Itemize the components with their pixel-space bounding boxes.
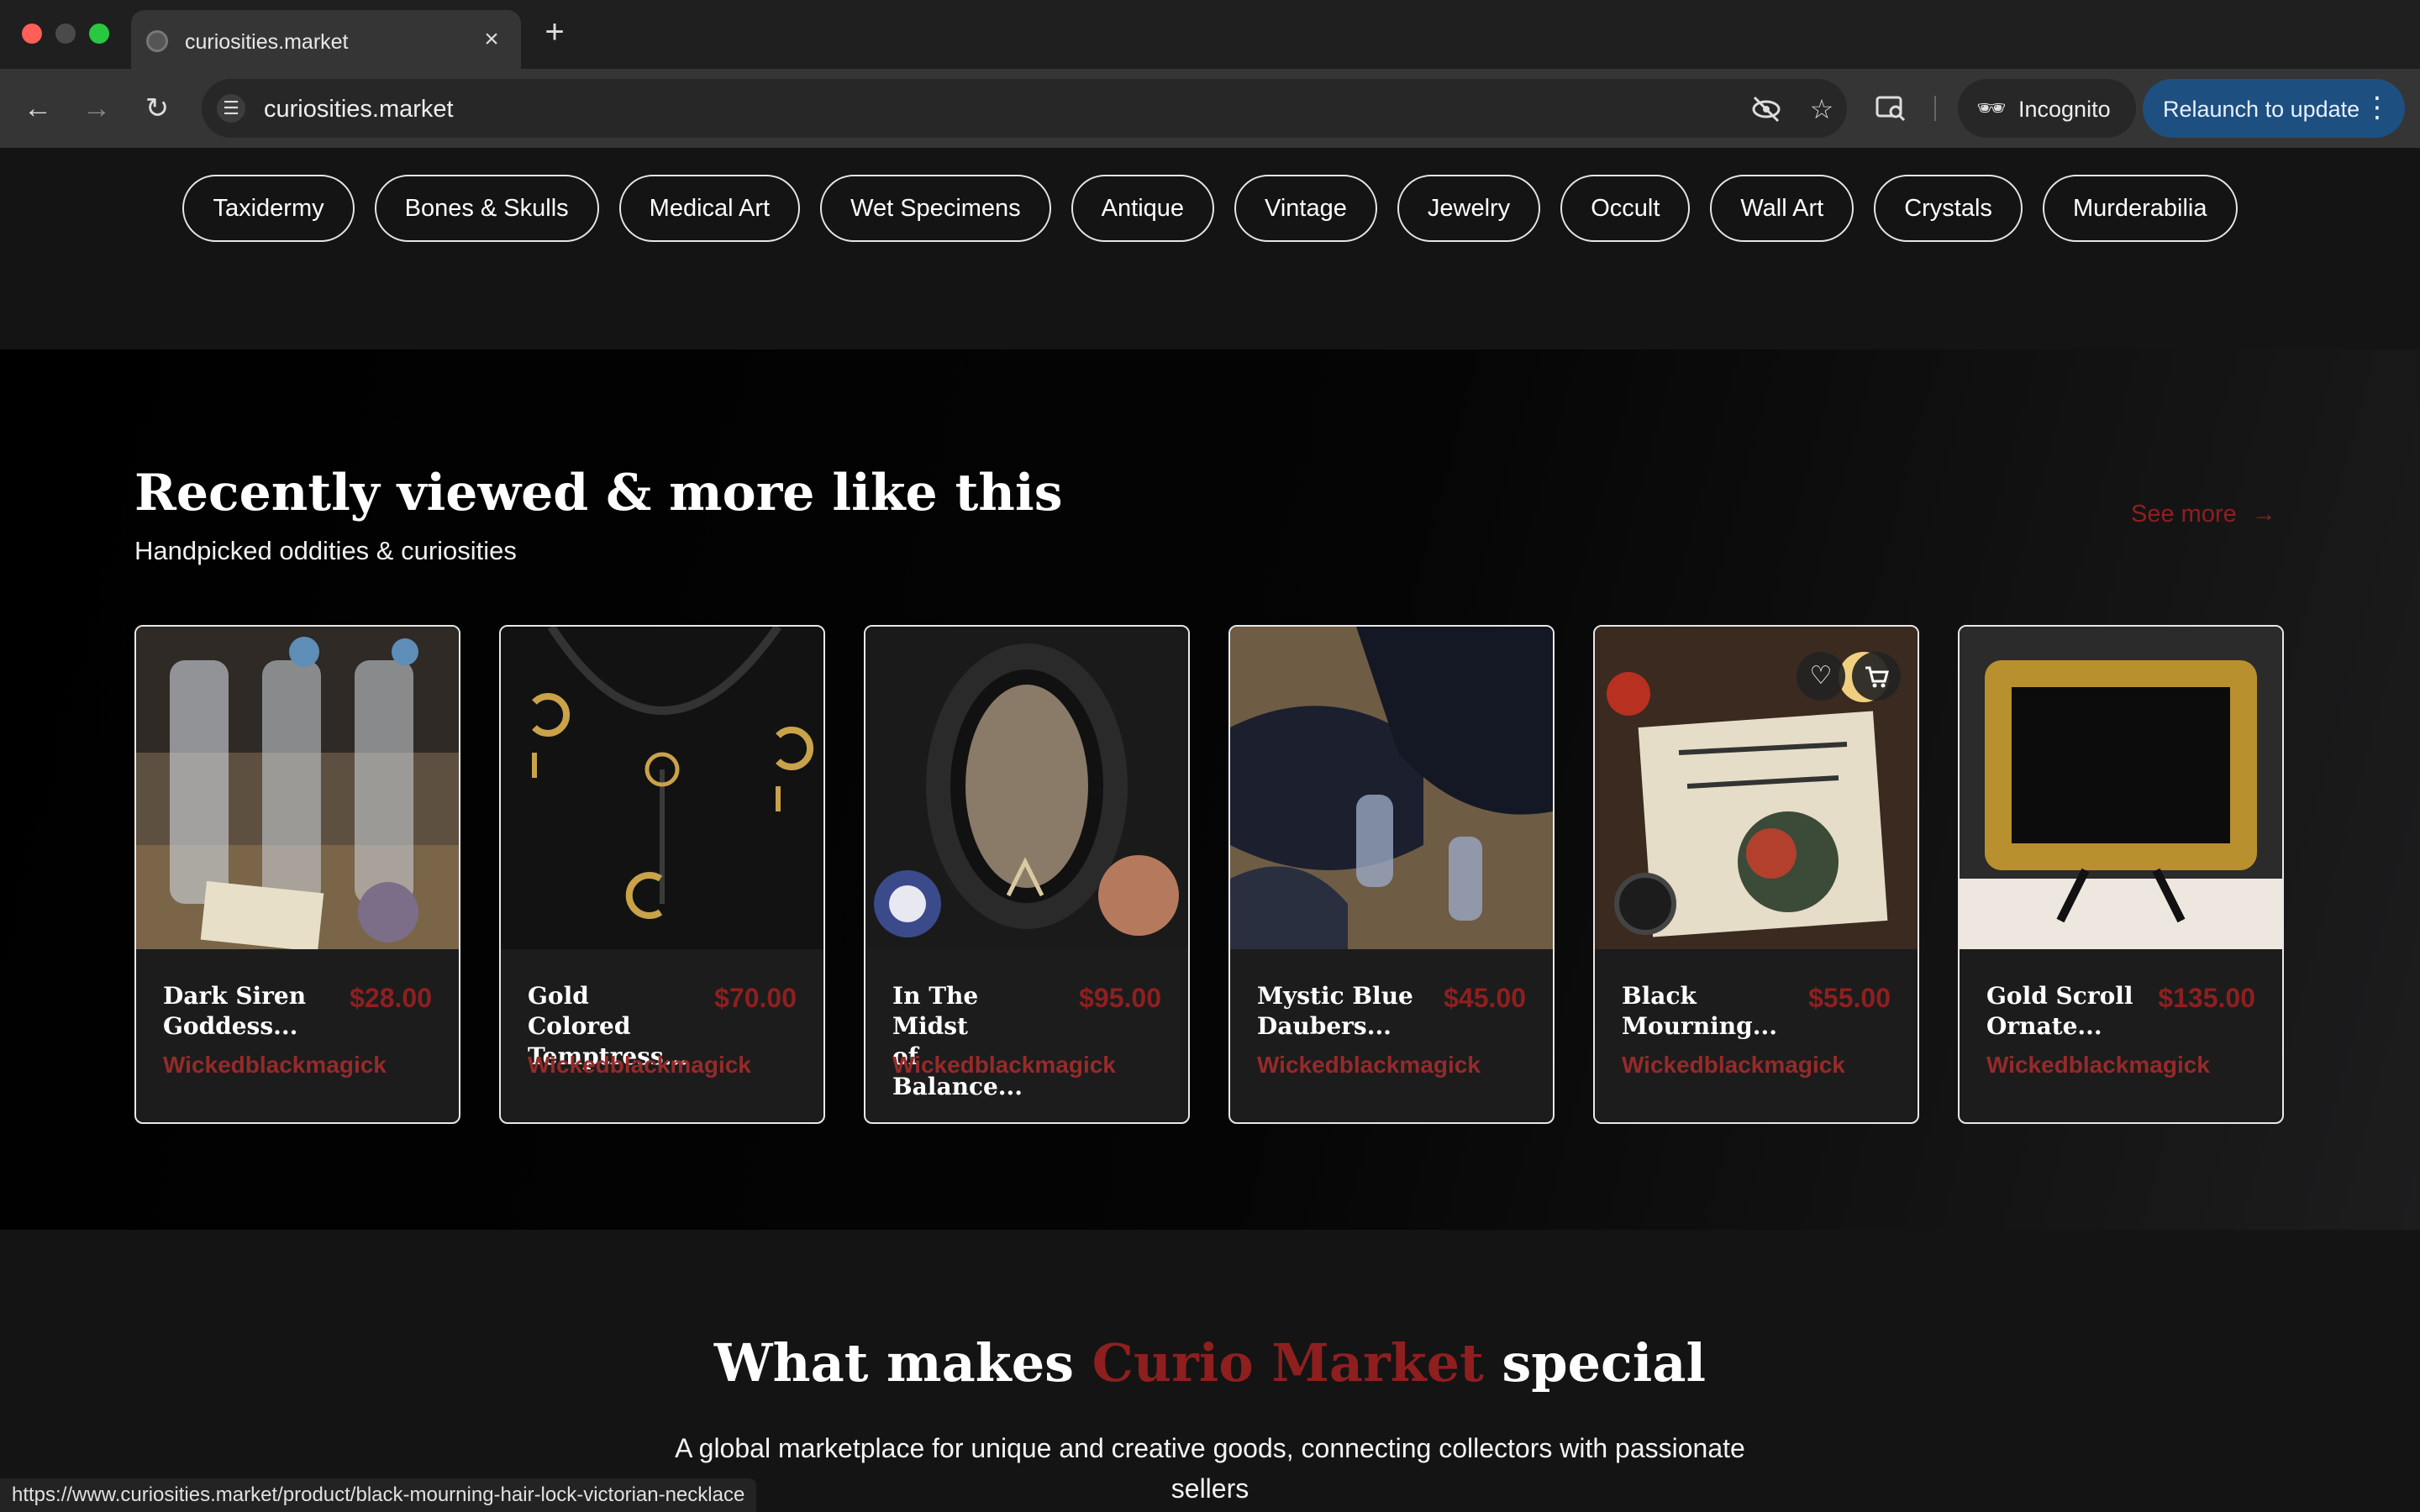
product-card[interactable]: ♡ Black Mourning... $55.00 Wickedblackmag…: [1593, 625, 1919, 1124]
new-tab-icon[interactable]: +: [538, 15, 571, 49]
more-options-icon[interactable]: ⋮: [2363, 91, 2391, 124]
product-price: $70.00: [714, 983, 797, 1013]
incognito-indicator[interactable]: 🕶 Incognito: [1958, 79, 2136, 138]
category-pill-occult[interactable]: Occult: [1560, 175, 1691, 242]
product-card[interactable]: Gold Scroll Ornate... $135.00 Wickedblack…: [1958, 625, 2284, 1124]
category-pill-crystals[interactable]: Crystals: [1874, 175, 2023, 242]
forward-arrow-icon[interactable]: →: [77, 89, 116, 128]
category-pill-wet-specimens[interactable]: Wet Specimens: [820, 175, 1051, 242]
browser-tab[interactable]: curiosities.market ×: [131, 10, 521, 69]
minimize-window-button[interactable]: [55, 24, 76, 44]
special-section-subtitle: A global marketplace for unique and crea…: [675, 1433, 1745, 1504]
browser-toolbar: ← → ↻ ☰ curiosities.market ☆ 🕶 Incognito…: [0, 69, 2420, 148]
product-image[interactable]: [136, 627, 459, 949]
heart-icon[interactable]: ♡: [1797, 652, 1845, 701]
lens-search-icon[interactable]: [1872, 91, 1909, 128]
maximize-window-button[interactable]: [89, 24, 109, 44]
page-content: Taxidermy Bones & Skulls Medical Art Wet…: [0, 148, 2420, 1512]
incognito-icon: 🕶: [1976, 95, 2007, 121]
category-pill-murderabilia[interactable]: Murderabilia: [2042, 175, 2238, 242]
cart-icon[interactable]: [1852, 652, 1901, 701]
special-section-title: What makes Curio Market special: [713, 1332, 1707, 1394]
recently-viewed-section: Recently viewed & more like this Handpic…: [0, 349, 2420, 1230]
site-info-icon[interactable]: ☰: [217, 94, 245, 123]
product-price: $45.00: [1444, 983, 1526, 1013]
relaunch-label: Relaunch to update: [2163, 97, 2360, 122]
product-name[interactable]: In The Midst of Balance...: [892, 981, 1052, 1102]
product-name[interactable]: Mystic Blue Daubers...: [1257, 981, 1417, 1042]
product-price: $55.00: [1808, 983, 1891, 1013]
close-tab-icon[interactable]: ×: [477, 25, 506, 54]
eye-slash-icon[interactable]: [1749, 92, 1783, 126]
product-image[interactable]: [501, 627, 823, 949]
product-seller[interactable]: Wickedblackmagick: [1986, 1052, 2210, 1079]
address-bar[interactable]: ☰ curiosities.market ☆: [202, 79, 1847, 138]
category-pill-antique[interactable]: Antique: [1071, 175, 1215, 242]
category-pill-taxidermy[interactable]: Taxidermy: [182, 175, 355, 242]
back-arrow-icon[interactable]: ←: [18, 89, 57, 128]
product-name[interactable]: Gold Scroll Ornate...: [1986, 981, 2146, 1042]
tab-title: curiosities.market: [185, 30, 349, 54]
browser-tab-bar: curiosities.market × +: [0, 0, 2420, 69]
product-image[interactable]: [865, 627, 1188, 949]
product-image[interactable]: [1230, 627, 1553, 949]
product-name[interactable]: Black Mourning...: [1622, 981, 1781, 1042]
close-window-button[interactable]: [22, 24, 42, 44]
section-title: Recently viewed & more like this: [134, 464, 1063, 522]
see-more-link[interactable]: See more →: [2131, 501, 2276, 528]
product-seller[interactable]: Wickedblackmagick: [1257, 1052, 1481, 1079]
product-seller[interactable]: Wickedblackmagick: [528, 1052, 751, 1079]
bookmark-star-icon[interactable]: ☆: [1805, 92, 1839, 126]
product-name[interactable]: Dark Siren Goddess...: [163, 981, 323, 1042]
product-seller[interactable]: Wickedblackmagick: [163, 1052, 387, 1079]
category-pill-bones-skulls[interactable]: Bones & Skulls: [374, 175, 599, 242]
category-pill-wall-art[interactable]: Wall Art: [1710, 175, 1854, 242]
category-pill-medical-art[interactable]: Medical Art: [618, 175, 801, 242]
product-card[interactable]: Gold Colored Temptress... $70.00 Wickedbl…: [499, 625, 825, 1124]
brand-name-accent: Curio Market: [1092, 1332, 1484, 1394]
see-more-label: See more: [2131, 501, 2237, 528]
globe-icon: [146, 30, 168, 52]
category-pills: Taxidermy Bones & Skulls Medical Art Wet…: [0, 175, 2420, 242]
reload-icon[interactable]: ↻: [138, 89, 176, 128]
toolbar-divider: [1934, 96, 1936, 121]
arrow-right-icon: →: [2251, 501, 2276, 528]
product-card[interactable]: In The Midst of Balance... $95.00 Wickedb…: [864, 625, 1190, 1124]
relaunch-button[interactable]: Relaunch to update ⋮: [2143, 79, 2405, 138]
product-seller[interactable]: Wickedblackmagick: [1622, 1052, 1845, 1079]
status-bar-url: https://www.curiosities.market/product/b…: [0, 1478, 757, 1512]
product-price: $28.00: [350, 983, 432, 1013]
product-image[interactable]: [1960, 627, 2282, 949]
product-carousel: Dark Siren Goddess... $28.00 Wickedblackm…: [134, 625, 2286, 1124]
product-card[interactable]: Dark Siren Goddess... $28.00 Wickedblackm…: [134, 625, 460, 1124]
category-pill-jewelry[interactable]: Jewelry: [1397, 175, 1541, 242]
category-pill-vintage[interactable]: Vintage: [1234, 175, 1377, 242]
product-seller[interactable]: Wickedblackmagick: [892, 1052, 1116, 1079]
url-text[interactable]: curiosities.market: [264, 96, 454, 123]
incognito-label: Incognito: [2018, 97, 2111, 122]
product-price: $135.00: [2158, 983, 2255, 1013]
product-card[interactable]: Mystic Blue Daubers... $45.00 Wickedblack…: [1228, 625, 1555, 1124]
product-price: $95.00: [1079, 983, 1161, 1013]
section-subtitle: Handpicked oddities & curiosities: [134, 536, 517, 565]
